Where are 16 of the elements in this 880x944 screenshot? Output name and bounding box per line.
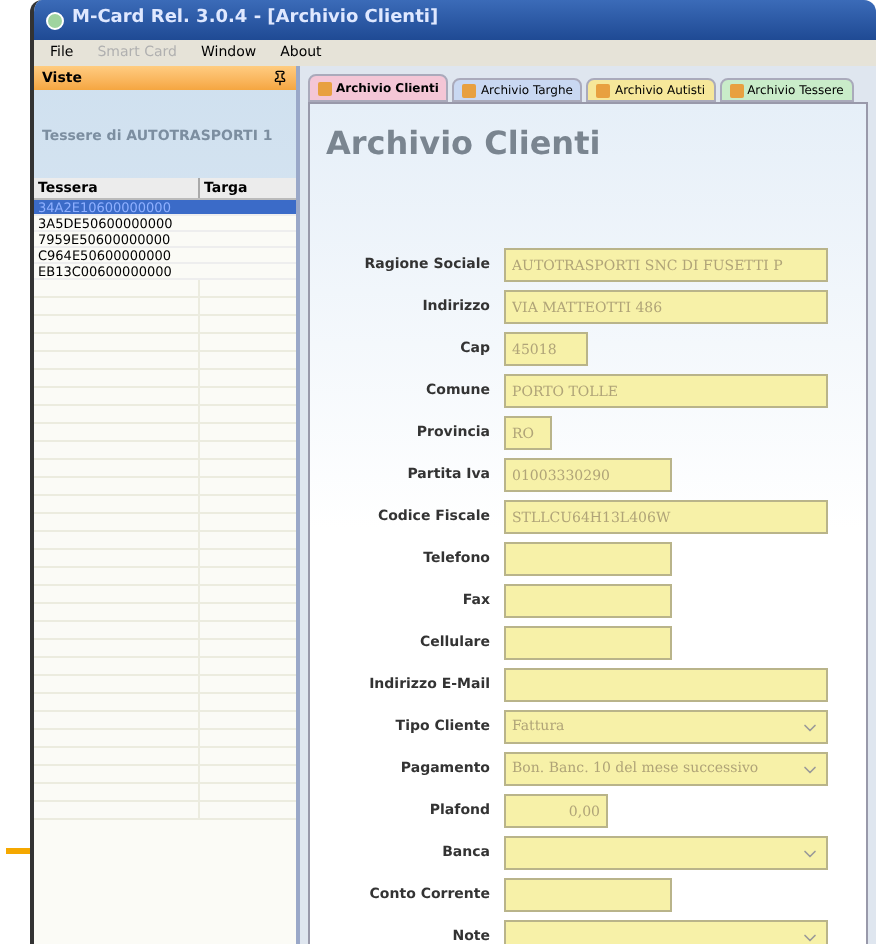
dropdown-field[interactable] xyxy=(504,920,828,944)
app-logo-icon xyxy=(46,11,64,29)
edge-marker xyxy=(6,848,30,854)
text-field[interactable] xyxy=(504,542,672,576)
text-field[interactable] xyxy=(504,626,672,660)
tab-icon xyxy=(596,83,611,97)
text-field[interactable] xyxy=(504,668,828,702)
window-title: M-Card Rel. 3.0.4 - [Archivio Clienti] xyxy=(72,6,439,33)
text-field[interactable] xyxy=(504,878,672,912)
tab-icon xyxy=(318,81,332,95)
text-field[interactable] xyxy=(504,584,672,618)
pin-icon[interactable] xyxy=(272,70,288,86)
dropdown-field[interactable] xyxy=(504,836,828,870)
tab-icon xyxy=(729,83,744,97)
tab-icon xyxy=(462,83,477,97)
form-title: Archivio Clienti xyxy=(326,122,603,166)
